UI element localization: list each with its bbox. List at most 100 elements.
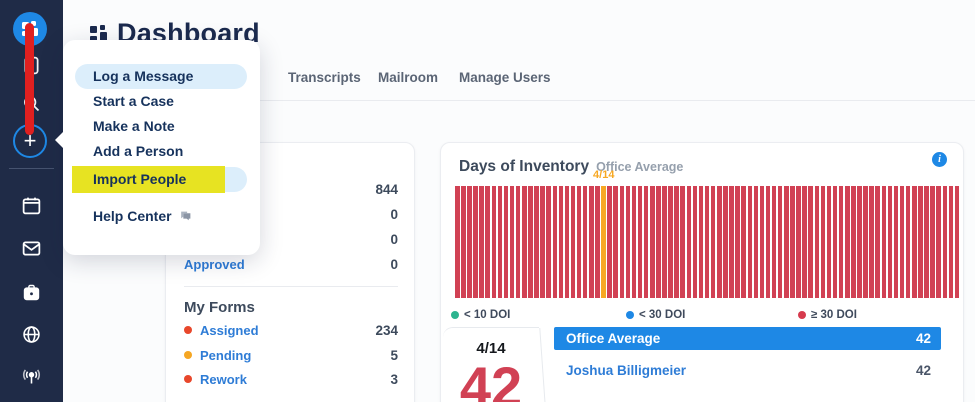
doi-bar[interactable] xyxy=(912,186,917,298)
doi-bar[interactable] xyxy=(942,186,947,298)
doi-bar[interactable] xyxy=(637,186,643,298)
doi-bar[interactable] xyxy=(826,186,832,298)
doi-bar[interactable] xyxy=(497,186,503,298)
doi-bar[interactable] xyxy=(723,186,728,298)
doi-bar[interactable] xyxy=(467,186,472,298)
mail-icon[interactable] xyxy=(21,238,42,259)
doi-bar[interactable] xyxy=(905,186,911,298)
doi-bar[interactable] xyxy=(528,186,533,298)
doi-bar[interactable] xyxy=(899,186,905,298)
doi-bar[interactable] xyxy=(668,186,673,298)
doi-bar[interactable] xyxy=(838,186,844,298)
doi-bar[interactable] xyxy=(479,186,484,298)
doi-bar[interactable] xyxy=(857,186,862,298)
briefcase-icon[interactable] xyxy=(21,282,42,303)
doi-bar[interactable] xyxy=(918,186,923,298)
tab-mailroom[interactable]: Mailroom xyxy=(378,70,438,85)
doi-bar[interactable] xyxy=(845,186,850,298)
roster-name-link[interactable]: Joshua Billigmeier xyxy=(566,363,686,378)
doi-bar[interactable] xyxy=(576,186,582,298)
doi-bar[interactable] xyxy=(784,186,789,298)
rework-link[interactable]: Rework xyxy=(200,372,390,387)
doi-bar[interactable] xyxy=(930,186,935,298)
tab-manage-users[interactable]: Manage Users xyxy=(459,70,551,85)
pending-link[interactable]: Pending xyxy=(200,348,390,363)
doi-bar[interactable] xyxy=(619,186,625,298)
doi-bar[interactable] xyxy=(613,186,618,298)
doi-bar[interactable] xyxy=(765,186,771,298)
doi-bar[interactable] xyxy=(893,186,899,298)
doi-bar[interactable] xyxy=(777,186,783,298)
doi-bar[interactable] xyxy=(759,186,765,298)
doi-bar[interactable] xyxy=(631,186,637,298)
doi-bar[interactable] xyxy=(936,186,941,298)
doi-bar[interactable] xyxy=(552,186,557,298)
doi-bar[interactable] xyxy=(595,186,600,298)
menu-item-make-a-note[interactable]: Make a Note xyxy=(63,114,260,139)
doi-bar[interactable] xyxy=(808,186,813,298)
doi-bar[interactable] xyxy=(461,186,466,298)
doi-bar[interactable] xyxy=(455,186,460,298)
doi-bar[interactable] xyxy=(887,186,893,298)
doi-bar[interactable] xyxy=(558,186,564,298)
doi-bar[interactable] xyxy=(625,186,631,298)
doi-bar[interactable] xyxy=(540,186,545,298)
roster-row-provider[interactable]: Joshua Billigmeier 42 xyxy=(554,359,941,382)
doi-bar[interactable] xyxy=(643,186,649,298)
doi-bar[interactable] xyxy=(692,186,698,298)
menu-item-help-center[interactable]: Help Center xyxy=(63,204,260,229)
doi-bar[interactable] xyxy=(662,186,667,298)
doi-bar[interactable] xyxy=(686,186,692,298)
doi-bar[interactable] xyxy=(771,186,777,298)
broadcast-icon[interactable] xyxy=(21,366,42,387)
doi-bar[interactable] xyxy=(948,186,954,298)
doi-bar[interactable] xyxy=(954,186,960,298)
doi-bar[interactable] xyxy=(674,186,679,298)
doi-bar[interactable] xyxy=(650,186,655,298)
doi-bar[interactable] xyxy=(790,186,795,298)
info-icon[interactable]: i xyxy=(932,152,947,167)
doi-bar[interactable] xyxy=(680,186,685,298)
doi-bar[interactable] xyxy=(832,186,838,298)
doi-bar[interactable] xyxy=(582,186,588,298)
menu-item-start-a-case[interactable]: Start a Case xyxy=(63,89,260,114)
doi-bar[interactable] xyxy=(515,186,521,298)
selected-date-panel[interactable]: 4/14 42 xyxy=(443,327,539,402)
menu-item-add-a-person[interactable]: Add a Person xyxy=(63,139,260,164)
doi-bar[interactable] xyxy=(522,186,527,298)
approved-link[interactable]: Approved xyxy=(184,257,245,272)
doi-bar[interactable] xyxy=(607,186,612,298)
doi-bar[interactable] xyxy=(710,186,716,298)
doi-bar[interactable] xyxy=(881,186,887,298)
doi-bar[interactable] xyxy=(564,186,570,298)
roster-row-office-average[interactable]: Office Average 42 xyxy=(554,327,941,350)
doi-bar[interactable] xyxy=(534,186,539,298)
doi-bar[interactable] xyxy=(924,186,929,298)
doi-bar[interactable] xyxy=(485,186,490,298)
doi-bar[interactable] xyxy=(814,186,820,298)
doi-bar[interactable] xyxy=(589,186,594,298)
menu-item-import-people[interactable]: Import People xyxy=(63,166,260,193)
doi-bar[interactable] xyxy=(753,186,759,298)
globe-icon[interactable] xyxy=(21,324,42,345)
doi-bar[interactable] xyxy=(863,186,868,298)
doi-bar[interactable] xyxy=(656,186,661,298)
doi-bar[interactable] xyxy=(717,186,722,298)
doi-bar[interactable] xyxy=(546,186,551,298)
doi-bar[interactable] xyxy=(729,186,734,298)
doi-bar[interactable] xyxy=(698,186,704,298)
doi-bar[interactable] xyxy=(820,186,826,298)
menu-item-log-a-message[interactable]: Log a Message xyxy=(63,64,260,89)
doi-bar[interactable] xyxy=(704,186,710,298)
doi-bar[interactable] xyxy=(802,186,807,298)
doi-bar[interactable] xyxy=(473,186,478,298)
doi-bar[interactable] xyxy=(491,186,497,298)
doi-bar[interactable] xyxy=(796,186,801,298)
doi-bar[interactable] xyxy=(503,186,509,298)
doi-bar[interactable] xyxy=(570,186,576,298)
doi-bar[interactable] xyxy=(741,186,746,298)
assigned-link[interactable]: Assigned xyxy=(200,323,375,338)
doi-bar-highlight[interactable] xyxy=(601,186,606,298)
doi-bar[interactable] xyxy=(851,186,856,298)
doi-bar[interactable] xyxy=(735,186,740,298)
